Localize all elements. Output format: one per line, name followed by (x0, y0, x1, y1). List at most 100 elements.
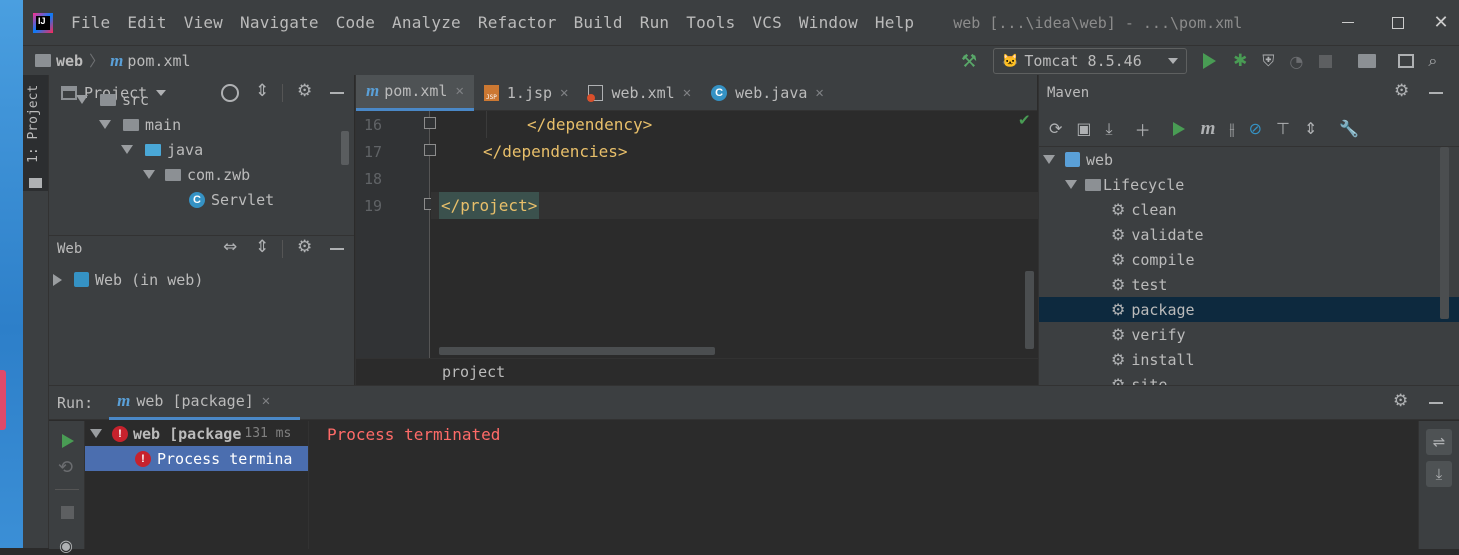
build-hammer-icon[interactable]: ⚒ (961, 51, 977, 72)
menu-edit[interactable]: Edit (127, 13, 166, 32)
run-config-select[interactable]: 🐱 Tomcat 8.5.46 (993, 48, 1188, 74)
rerun-failed-icon[interactable]: ⟲ (58, 457, 73, 478)
hide-panel-icon[interactable] (330, 248, 344, 250)
stop-icon[interactable] (61, 506, 74, 519)
menu-vcs[interactable]: VCS (752, 13, 782, 32)
horizontal-scrollbar[interactable] (439, 347, 715, 355)
breadcrumb-project[interactable]: web (56, 52, 83, 70)
expand-arrow-icon[interactable] (143, 170, 155, 179)
console[interactable]: Process terminated (310, 421, 1418, 549)
maven-goal-site[interactable]: ⚙ site (1039, 372, 1459, 385)
menu-tools[interactable]: Tools (686, 13, 735, 32)
editor-breadcrumb[interactable]: project (442, 363, 505, 381)
tab-pom-xml[interactable]: m pom.xml ✕ (356, 74, 474, 111)
close-tab-icon[interactable]: ✕ (262, 393, 270, 409)
project-structure-icon[interactable] (1358, 54, 1377, 68)
maven-goal-validate[interactable]: ⚙ validate (1039, 222, 1459, 247)
run-tree-child[interactable]: ! Process termina (85, 446, 308, 471)
scrollbar[interactable] (341, 131, 349, 165)
maven-goal-package[interactable]: ⚙ package (1039, 297, 1459, 322)
tab-web-java[interactable]: C web.java ✕ (701, 75, 834, 111)
tree-item-java[interactable]: java (49, 137, 354, 162)
soft-wrap-icon[interactable]: ⇌ (1426, 429, 1452, 455)
layout-icon[interactable] (1398, 54, 1415, 68)
menu-refactor[interactable]: Refactor (478, 13, 557, 32)
maven-goal-install[interactable]: ⚙ install (1039, 347, 1459, 372)
run-tree-root[interactable]: ! web [package 131 ms (85, 421, 308, 446)
maven-lifecycle[interactable]: Lifecycle (1039, 172, 1459, 197)
maven-goal-compile[interactable]: ⚙ compile (1039, 247, 1459, 272)
skip-tests-icon[interactable]: ⊘ (1249, 119, 1262, 138)
inspection-ok-icon[interactable]: ✔ (1018, 111, 1031, 129)
add-icon[interactable]: ＋ (1135, 117, 1151, 141)
menu-code[interactable]: Code (336, 13, 375, 32)
toggle-offline-icon[interactable]: ⫲ (1229, 119, 1234, 139)
maven-goal-test[interactable]: ⚙ test (1039, 272, 1459, 297)
console-output: Process terminated (327, 425, 501, 444)
maven-goal-verify[interactable]: ⚙ verify (1039, 322, 1459, 347)
menu-file[interactable]: File (71, 13, 110, 32)
run-icon[interactable] (1172, 121, 1185, 136)
download-icon[interactable]: ⤓ (1106, 119, 1113, 139)
left-tool-strip: 1: Project (23, 75, 49, 548)
web-tree-item[interactable]: Web (in web) (49, 267, 354, 292)
stop-icon[interactable] (1319, 54, 1333, 68)
search-icon[interactable]: ⌕ (1428, 51, 1437, 71)
rerun-icon[interactable] (62, 434, 74, 448)
generate-sources-icon[interactable]: ▣ (1076, 119, 1091, 138)
close-tab-icon[interactable]: ✕ (815, 85, 823, 101)
expand-arrow-icon[interactable] (99, 120, 111, 129)
coverage-icon[interactable]: ⛨ (1262, 51, 1274, 71)
menu-window[interactable]: Window (799, 13, 858, 32)
reload-icon[interactable]: ⟳ (1049, 119, 1062, 138)
run-tab[interactable]: m web [package] ✕ (109, 385, 301, 420)
close-tab-icon[interactable]: ✕ (560, 85, 568, 101)
menu-analyze[interactable]: Analyze (392, 13, 461, 32)
code-area[interactable]: </dependency> </dependencies> </project>… (431, 111, 1038, 358)
menu-run[interactable]: Run (640, 13, 670, 32)
gear-icon[interactable]: ⚙ (1394, 83, 1409, 100)
gear-icon[interactable]: ⚙ (297, 239, 312, 256)
collapse-all-icon[interactable]: ⇕ (255, 239, 269, 256)
tree-item-main[interactable]: main (49, 112, 354, 137)
tab-1-jsp[interactable]: JSP 1.jsp ✕ (474, 75, 579, 111)
tree-item-servlet[interactable]: C Servlet (49, 187, 354, 212)
settings-wrench-icon[interactable]: 🔧 (1339, 119, 1359, 138)
tab-web-xml[interactable]: web.xml ✕ (578, 75, 701, 111)
expand-arrow-icon[interactable] (76, 95, 88, 104)
breadcrumb-file[interactable]: pom.xml (127, 52, 190, 70)
maven-goal-clean[interactable]: ⚙ clean (1039, 197, 1459, 222)
menu-navigate[interactable]: Navigate (240, 13, 319, 32)
tree-item-src[interactable]: src (49, 87, 354, 112)
show-dependencies-icon[interactable]: ⊤ (1276, 119, 1290, 138)
gear-icon[interactable]: ⚙ (1393, 393, 1408, 410)
maximize-button[interactable] (1373, 0, 1423, 45)
tree-item-package[interactable]: com.zwb (49, 162, 354, 187)
execute-goal-icon[interactable]: m (1201, 118, 1216, 140)
scroll-to-end-icon[interactable]: ⤓ (1426, 461, 1452, 487)
expand-arrow-icon[interactable] (1065, 180, 1077, 189)
menu-build[interactable]: Build (574, 13, 623, 32)
vertical-scrollbar[interactable] (1025, 271, 1034, 349)
expand-arrow-icon[interactable] (1043, 155, 1055, 164)
menu-view[interactable]: View (184, 13, 223, 32)
maven-root[interactable]: web (1039, 147, 1459, 172)
hide-panel-icon[interactable] (1429, 92, 1443, 94)
collapse-arrow-icon[interactable] (53, 273, 62, 286)
profile-icon[interactable]: ◔ (1289, 52, 1303, 71)
expand-arrow-icon[interactable] (121, 145, 133, 154)
eye-icon[interactable]: ◉ (59, 536, 73, 555)
debug-icon[interactable]: ✱ (1233, 51, 1247, 71)
close-tab-icon[interactable]: ✕ (683, 85, 691, 101)
project-tool-window-button[interactable]: 1: Project (23, 75, 48, 191)
run-icon[interactable] (1203, 53, 1217, 69)
collapse-all-icon[interactable]: ⇕ (1304, 119, 1317, 138)
close-tab-icon[interactable]: ✕ (455, 83, 463, 99)
expand-arrow-icon[interactable] (90, 429, 102, 438)
minimize-button[interactable] (1323, 0, 1373, 45)
expand-all-icon[interactable]: ⇔ (223, 239, 237, 256)
maven-scrollbar[interactable] (1440, 147, 1449, 319)
hide-panel-icon[interactable] (1429, 402, 1443, 404)
close-window-button[interactable]: ✕ (1423, 0, 1459, 45)
menu-help[interactable]: Help (875, 13, 914, 32)
